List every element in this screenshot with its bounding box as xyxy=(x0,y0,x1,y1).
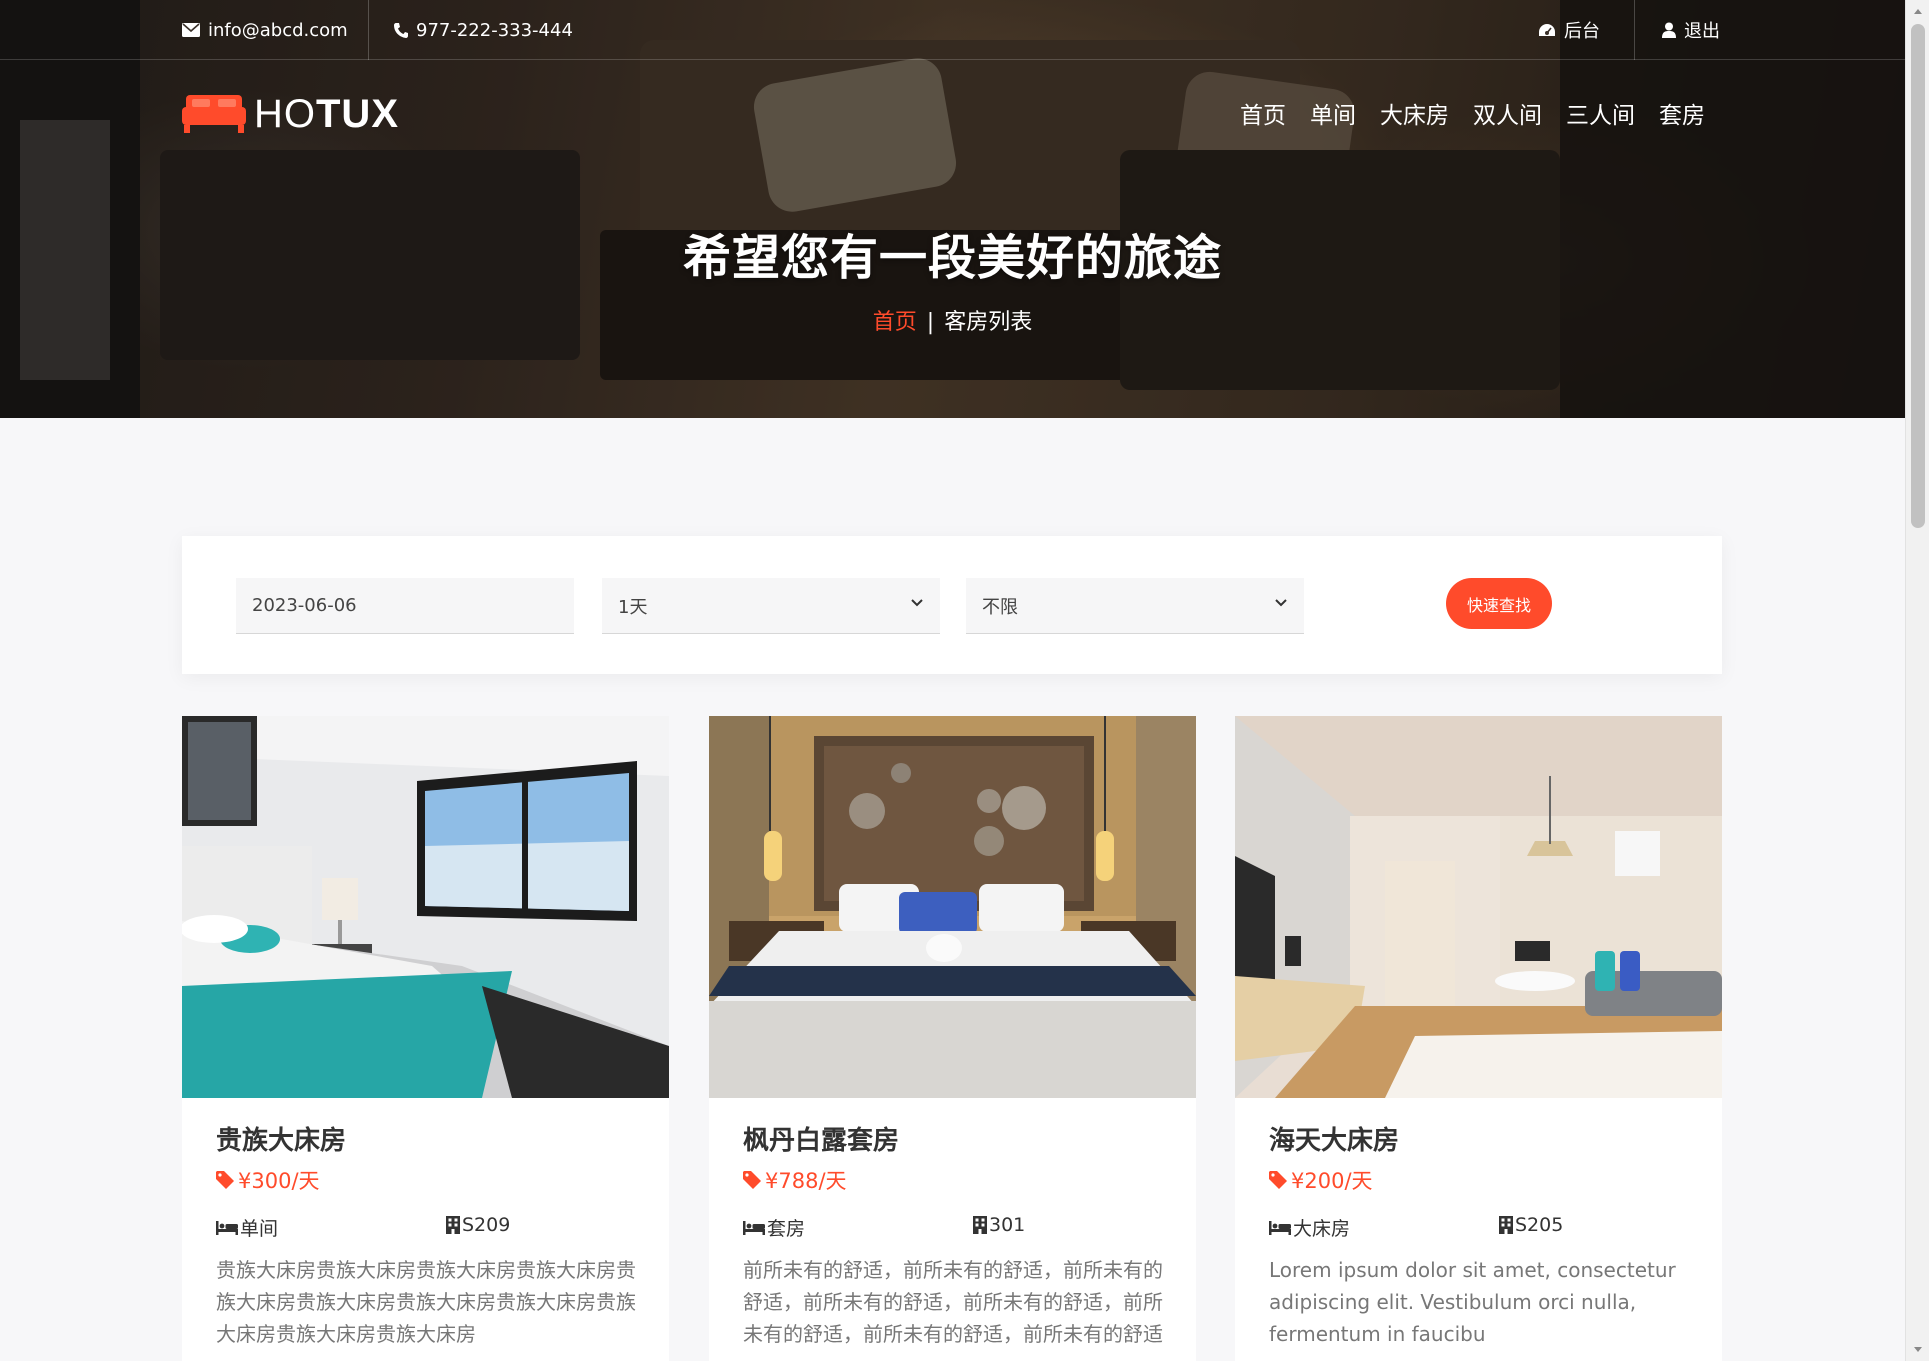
dashboard-icon xyxy=(1539,24,1555,36)
nav-triple[interactable]: 三人间 xyxy=(1566,96,1635,130)
hotel-bed-wood-headboard-image xyxy=(709,716,1196,1098)
room-card-body: 贵族大床房 ¥300/天 单间 S209 贵族大床房贵族大床房贵族大床房贵族大床… xyxy=(216,1120,636,1350)
room-image[interactable] xyxy=(1235,716,1722,1098)
room-card-body: 海天大床房 ¥200/天 大床房 S205 Lorem ipsum dolor … xyxy=(1269,1120,1689,1350)
tag-icon xyxy=(743,1171,761,1189)
room-type: 大床房 xyxy=(1269,1214,1350,1241)
room-name[interactable]: 枫丹白露套房 xyxy=(743,1120,1163,1156)
scroll-down-icon[interactable] xyxy=(1912,1343,1924,1355)
room-meta: 套房 301 xyxy=(743,1214,1163,1240)
breadcrumb-separator: | xyxy=(926,310,935,335)
room-type-text: 大床房 xyxy=(1293,1218,1351,1240)
room-name[interactable]: 海天大床房 xyxy=(1269,1120,1689,1156)
bed-logo-icon xyxy=(182,95,246,133)
phone-text: 977-222-333-444 xyxy=(416,19,573,41)
phone-icon xyxy=(394,23,408,38)
room-image[interactable] xyxy=(709,716,1196,1098)
price-text: ¥788/天 xyxy=(765,1169,847,1193)
topbar-divider-2 xyxy=(1634,0,1635,60)
price-text: ¥200/天 xyxy=(1291,1169,1373,1193)
bed-icon xyxy=(1269,1220,1291,1235)
admin-label: 后台 xyxy=(1564,21,1600,42)
contact-email[interactable]: info@abcd.com xyxy=(182,18,348,42)
room-meta: 大床房 S205 xyxy=(1269,1214,1689,1240)
room-card[interactable]: 枫丹白露套房 ¥788/天 套房 301 前所未有的舒适，前所未有的舒适，前所未… xyxy=(709,716,1196,1361)
hero-banner: info@abcd.com 977-222-333-444 后台 退出 HOTU… xyxy=(0,0,1905,418)
room-meta: 单间 S209 xyxy=(216,1214,636,1240)
room-card[interactable]: 海天大床房 ¥200/天 大床房 S205 Lorem ipsum dolor … xyxy=(1235,716,1722,1361)
room-type-value: 不限 xyxy=(982,596,1018,618)
room-type: 套房 xyxy=(743,1214,805,1241)
room-price: ¥788/天 xyxy=(743,1166,1163,1194)
tag-icon xyxy=(216,1171,234,1189)
nav-king[interactable]: 大床房 xyxy=(1380,96,1449,130)
room-number: S209 xyxy=(446,1214,510,1236)
days-value: 1天 xyxy=(618,596,648,618)
nav-suite[interactable]: 套房 xyxy=(1659,96,1705,130)
room-card-body: 枫丹白露套房 ¥788/天 套房 301 前所未有的舒适，前所未有的舒适，前所未… xyxy=(743,1120,1163,1350)
scroll-thumb[interactable] xyxy=(1911,24,1925,528)
breadcrumb: 首页 | 客房列表 xyxy=(0,304,1905,336)
days-select[interactable]: 1天 xyxy=(602,578,940,634)
bed-icon xyxy=(216,1220,238,1235)
studio-room-wood-floor-image xyxy=(1235,716,1722,1098)
chevron-down-icon xyxy=(1275,599,1287,607)
bed-icon xyxy=(743,1220,765,1235)
room-description: 贵族大床房贵族大床房贵族大床房贵族大床房贵族大床房贵族大床房贵族大床房贵族大床房… xyxy=(216,1258,636,1346)
admin-link[interactable]: 后台 xyxy=(1538,18,1600,42)
topbar-divider xyxy=(368,0,369,60)
top-bar: info@abcd.com 977-222-333-444 后台 退出 xyxy=(0,0,1905,60)
room-number-text: S205 xyxy=(1515,1214,1564,1236)
room-number: 301 xyxy=(973,1214,1025,1236)
search-panel: 2023-06-06 1天 不限 快速查找 xyxy=(182,536,1722,674)
site-logo[interactable]: HOTUX xyxy=(182,92,399,136)
breadcrumb-current: 客房列表 xyxy=(944,310,1033,335)
room-number: S205 xyxy=(1499,1214,1563,1236)
price-text: ¥300/天 xyxy=(238,1169,320,1193)
room-type-text: 套房 xyxy=(767,1218,806,1240)
building-icon xyxy=(1499,1216,1513,1234)
tag-icon xyxy=(1269,1171,1287,1189)
page-scrollbar[interactable] xyxy=(1905,0,1929,1361)
room-type: 单间 xyxy=(216,1214,278,1241)
logo-text-thin: HO xyxy=(254,91,316,136)
building-icon xyxy=(973,1216,987,1234)
logo-text-bold: TUX xyxy=(316,91,399,136)
contact-phone[interactable]: 977-222-333-444 xyxy=(394,18,573,42)
logout-label: 退出 xyxy=(1684,21,1720,42)
date-value: 2023-06-06 xyxy=(252,595,357,616)
logout-link[interactable]: 退出 xyxy=(1662,18,1720,42)
room-type-select[interactable]: 不限 xyxy=(966,578,1304,634)
chevron-down-icon xyxy=(911,599,923,607)
room-number-text: 301 xyxy=(989,1214,1026,1236)
main-nav: 首页 单间 大床房 双人间 三人间 套房 xyxy=(1240,96,1705,130)
room-price: ¥300/天 xyxy=(216,1166,636,1194)
quick-search-button[interactable]: 快速查找 xyxy=(1446,578,1552,629)
room-type-text: 单间 xyxy=(240,1218,279,1240)
nav-double[interactable]: 双人间 xyxy=(1473,96,1542,130)
scroll-up-icon[interactable] xyxy=(1912,6,1924,18)
building-icon xyxy=(446,1216,460,1234)
room-card[interactable]: 贵族大床房 ¥300/天 单间 S209 贵族大床房贵族大床房贵族大床房贵族大床… xyxy=(182,716,669,1361)
nav-home[interactable]: 首页 xyxy=(1240,96,1286,130)
hero-overlay xyxy=(0,0,1905,418)
envelope-icon xyxy=(182,23,200,37)
email-text: info@abcd.com xyxy=(208,19,348,41)
user-icon xyxy=(1662,22,1676,38)
nav-single[interactable]: 单间 xyxy=(1310,96,1356,130)
checkin-date-input[interactable]: 2023-06-06 xyxy=(236,578,574,634)
room-name[interactable]: 贵族大床房 xyxy=(216,1120,636,1156)
room-image[interactable] xyxy=(182,716,669,1098)
bedroom-teal-blanket-image xyxy=(182,716,669,1098)
logo-wordmark: HOTUX xyxy=(254,92,399,137)
breadcrumb-home[interactable]: 首页 xyxy=(873,310,917,335)
room-number-text: S209 xyxy=(462,1214,511,1236)
room-description: Lorem ipsum dolor sit amet, consectetur … xyxy=(1269,1258,1676,1346)
room-description: 前所未有的舒适，前所未有的舒适，前所未有的舒适，前所未有的舒适，前所未有的舒适，… xyxy=(743,1258,1163,1346)
room-price: ¥200/天 xyxy=(1269,1166,1689,1194)
page-title: 希望您有一段美好的旅途 xyxy=(682,230,1222,286)
